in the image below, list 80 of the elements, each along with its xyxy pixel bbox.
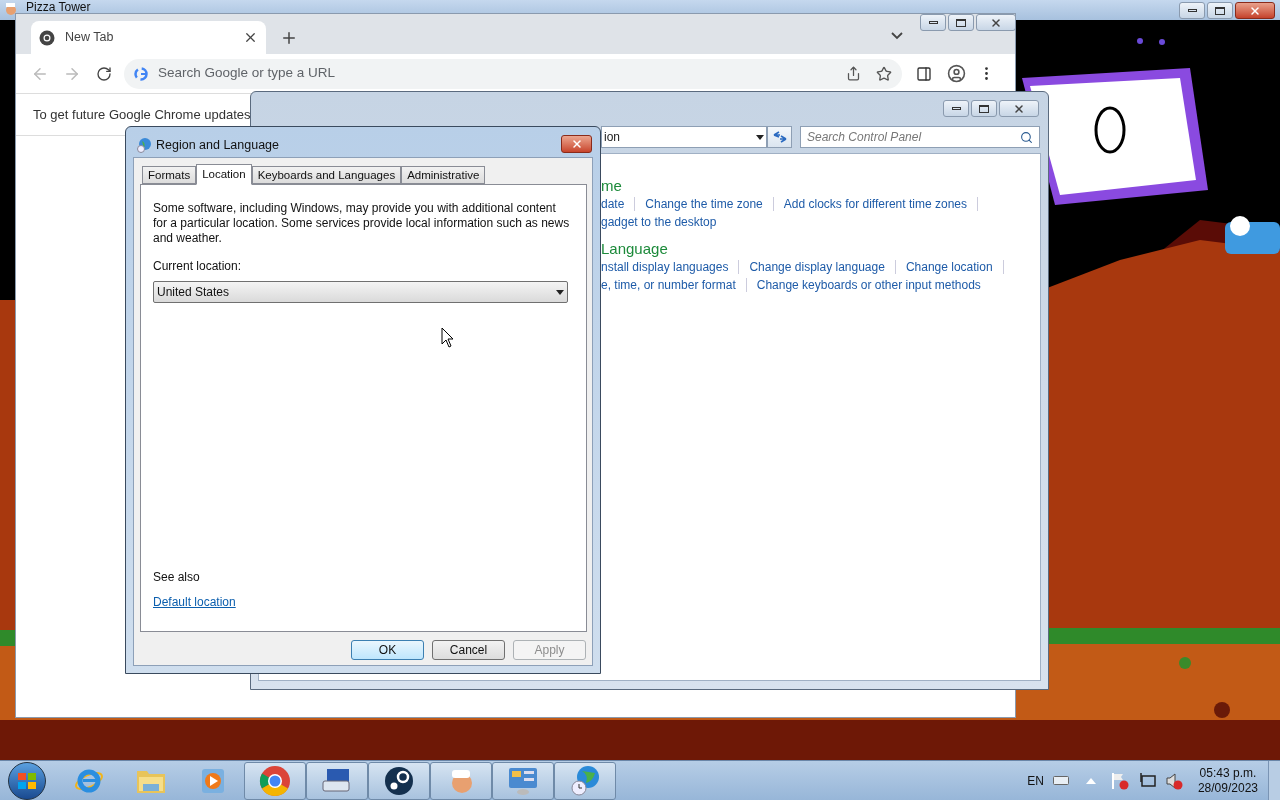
close-icon xyxy=(1013,102,1025,115)
task-link[interactable]: Change display language xyxy=(749,258,885,276)
task-link[interactable]: Add clocks for different time zones xyxy=(783,195,967,213)
address-bar[interactable]: ion xyxy=(601,126,767,148)
location-label: Current location: xyxy=(153,258,243,275)
address-text: ion xyxy=(604,129,621,146)
play-icon xyxy=(200,766,226,795)
window-title: Pizza Tower xyxy=(26,0,91,14)
mouse-pointer-icon xyxy=(441,327,455,348)
browser-tab[interactable]: New Tab xyxy=(31,21,266,54)
section-heading: me xyxy=(601,177,623,195)
taskbar-app-button[interactable] xyxy=(368,761,430,800)
flag-error-icon[interactable] xyxy=(1110,771,1129,790)
speaker-muted-icon[interactable] xyxy=(1164,771,1183,790)
network-icon[interactable] xyxy=(1137,771,1156,790)
tab-title: New Tab xyxy=(65,29,115,47)
search-icon[interactable] xyxy=(1020,130,1033,144)
dropdown-arrow-icon xyxy=(556,289,564,295)
chrome-icon xyxy=(39,29,55,46)
maximize-button[interactable] xyxy=(971,100,997,117)
default-location-link[interactable]: Default location xyxy=(153,593,236,611)
control-panel-icon xyxy=(507,765,539,796)
globe-icon xyxy=(136,137,152,154)
clock-time: 05:43 p.m. xyxy=(1199,765,1257,781)
location-value: United States xyxy=(157,284,231,301)
steam-icon xyxy=(384,765,414,796)
section-heading: Language xyxy=(601,240,669,258)
profile-icon[interactable] xyxy=(947,64,966,83)
minimize-button[interactable] xyxy=(943,100,969,117)
keyboard-icon xyxy=(321,766,353,795)
close-icon xyxy=(570,138,583,150)
share-icon[interactable] xyxy=(846,66,861,81)
clock[interactable]: 05:43 p.m. 28/09/2023 xyxy=(1197,765,1258,796)
see-also-label: See also xyxy=(153,569,201,586)
dialog-tab[interactable]: Administrative xyxy=(401,166,486,184)
side-panel-icon[interactable] xyxy=(916,65,932,82)
omnibox[interactable]: Search Google or type a URL xyxy=(124,58,902,89)
dialog-tab[interactable]: Keyboards and Languages xyxy=(251,166,402,184)
restore-button[interactable] xyxy=(1207,2,1233,19)
task-link[interactable]: Change location xyxy=(905,258,993,276)
clock-date: 28/09/2023 xyxy=(1197,780,1258,796)
new-tab-icon[interactable] xyxy=(280,29,298,47)
chevron-down-icon[interactable] xyxy=(891,32,903,40)
globe-clock-icon xyxy=(569,764,601,797)
task-link[interactable]: gadget to the desktop xyxy=(601,213,717,231)
dialog-tab[interactable]: Formats xyxy=(142,166,197,184)
search-field[interactable]: Search Control Panel xyxy=(800,126,1040,148)
omnibox-placeholder: Search Google or type a URL xyxy=(158,64,337,83)
location-dropdown[interactable]: United States xyxy=(153,281,568,303)
language-indicator[interactable]: EN xyxy=(1027,771,1044,790)
task-link[interactable]: Change keyboards or other input methods xyxy=(756,276,981,294)
chrome-icon xyxy=(259,764,291,797)
task-link[interactable]: Change the time zone xyxy=(645,195,763,213)
dialog-tab[interactable]: Location xyxy=(196,164,252,185)
dialog-title: Region and Language xyxy=(156,137,280,154)
refresh-button[interactable] xyxy=(767,126,792,148)
google-icon xyxy=(134,66,148,81)
minimize-button[interactable] xyxy=(1179,2,1205,19)
dialog-button[interactable]: OK xyxy=(351,640,424,660)
task-link[interactable]: nstall display languages xyxy=(601,258,729,276)
task-link[interactable]: date xyxy=(601,195,625,213)
dialog-button[interactable]: Cancel xyxy=(432,640,505,660)
reload-icon[interactable] xyxy=(96,65,112,82)
maximize-button[interactable] xyxy=(948,14,974,31)
windows-logo-icon xyxy=(17,771,37,790)
start-button[interactable] xyxy=(8,761,46,800)
search-placeholder: Search Control Panel xyxy=(807,129,923,146)
info-bar-text: To get future Google Chrome updates xyxy=(33,105,251,124)
dropdown-arrow-icon[interactable] xyxy=(756,134,764,140)
refresh-icon xyxy=(772,131,787,143)
minimize-button[interactable] xyxy=(920,14,946,31)
description-text: Some software, including Windows, may provide you with additional content for a particular location. Some services provide local information such as news and weather. xyxy=(153,201,571,246)
close-button[interactable] xyxy=(561,135,592,153)
close-tab-icon[interactable] xyxy=(243,30,258,45)
close-icon xyxy=(1249,4,1261,17)
close-button[interactable] xyxy=(1235,2,1275,19)
star-icon[interactable] xyxy=(876,65,892,82)
close-icon xyxy=(990,16,1002,29)
task-link[interactable]: e, time, or number format xyxy=(601,276,736,294)
keyboard-icon[interactable] xyxy=(1052,776,1069,785)
